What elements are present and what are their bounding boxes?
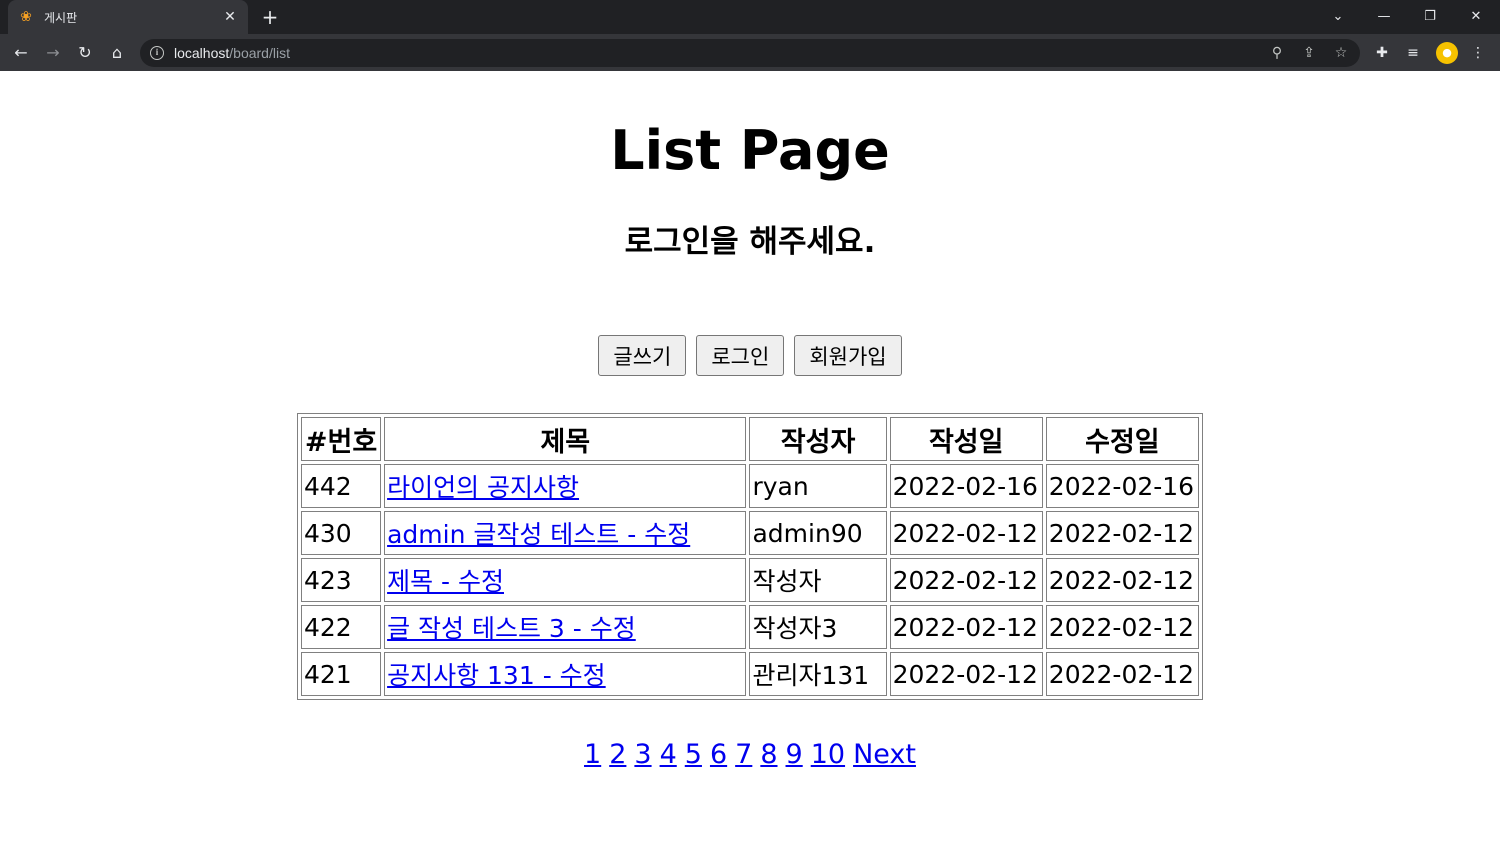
post-title-link[interactable]: 제목 - 수정 <box>387 567 504 596</box>
table-header-row: #번호 제목 작성자 작성일 수정일 <box>301 417 1199 461</box>
post-updated-date: 2022-02-16 <box>1045 464 1199 508</box>
post-number: 442 <box>301 464 382 508</box>
page-link-10[interactable]: 10 <box>811 739 845 770</box>
post-updated-date: 2022-02-12 <box>1045 605 1199 649</box>
new-tab-button[interactable]: + <box>258 6 282 28</box>
post-title-cell: 글 작성 테스트 3 - 수정 <box>384 605 747 649</box>
minimize-icon[interactable]: — <box>1364 4 1404 30</box>
write-button[interactable]: 글쓰기 <box>598 335 687 376</box>
media-queue-icon[interactable]: ≡ <box>1402 42 1424 64</box>
browser-tab[interactable]: ❀ 게시판 ✕ <box>8 0 248 34</box>
page-link-7[interactable]: 7 <box>735 739 752 770</box>
post-title-cell: admin 글작성 테스트 - 수정 <box>384 511 747 555</box>
post-created-date: 2022-02-12 <box>889 511 1043 555</box>
extensions-puzzle-icon[interactable]: ✚ <box>1371 42 1393 64</box>
profile-avatar[interactable]: ● <box>1436 42 1458 64</box>
address-bar[interactable]: i localhost/board/list ⚲ ⇪ ☆ <box>140 39 1360 67</box>
signup-button[interactable]: 회원가입 <box>794 335 902 376</box>
post-writer: 작성자 <box>749 558 887 602</box>
page-link-3[interactable]: 3 <box>634 739 651 770</box>
close-tab-icon[interactable]: ✕ <box>222 9 238 25</box>
page-content: List Page 로그인을 해주세요. 글쓰기 로그인 회원가입 #번호 제목… <box>0 71 1500 860</box>
next-page-link[interactable]: Next <box>853 739 916 770</box>
header-updated: 수정일 <box>1045 417 1199 461</box>
action-buttons: 글쓰기 로그인 회원가입 <box>0 335 1500 376</box>
post-title-link[interactable]: 글 작성 테스트 3 - 수정 <box>387 614 636 643</box>
zoom-icon[interactable]: ⚲ <box>1267 43 1287 63</box>
forward-arrow-icon[interactable]: → <box>40 40 66 66</box>
restore-icon[interactable]: ❐ <box>1410 4 1450 30</box>
window-close-icon[interactable]: ✕ <box>1456 4 1496 30</box>
login-message: 로그인을 해주세요. <box>624 224 876 260</box>
header-writer: 작성자 <box>749 417 887 461</box>
post-title-cell: 제목 - 수정 <box>384 558 747 602</box>
menu-dots-icon[interactable]: ⋮ <box>1467 42 1489 64</box>
page-title: List Page <box>610 119 890 182</box>
post-number: 423 <box>301 558 382 602</box>
tab-title: 게시판 <box>44 10 78 25</box>
page-link-6[interactable]: 6 <box>710 739 727 770</box>
page-link-9[interactable]: 9 <box>786 739 803 770</box>
post-writer: admin90 <box>749 511 887 555</box>
table-row: 422 글 작성 테스트 3 - 수정 작성자3 2022-02-12 2022… <box>301 605 1199 649</box>
table-row: 430 admin 글작성 테스트 - 수정 admin90 2022-02-1… <box>301 511 1199 555</box>
browser-toolbar: ← → ↻ ⌂ i localhost/board/list ⚲ ⇪ ☆ ✚ ≡… <box>0 34 1500 71</box>
info-icon[interactable]: i <box>150 46 164 60</box>
post-title-cell: 공지사항 131 - 수정 <box>384 652 747 696</box>
paw-icon: ❀ <box>20 9 32 25</box>
header-title: 제목 <box>384 417 747 461</box>
post-number: 422 <box>301 605 382 649</box>
post-title-link[interactable]: 공지사항 131 - 수정 <box>387 661 606 690</box>
post-writer: 관리자131 <box>749 652 887 696</box>
browser-tab-bar: ❀ 게시판 ✕ + ⌄ — ❐ ✕ <box>0 0 1500 34</box>
home-icon[interactable]: ⌂ <box>104 40 130 66</box>
table-row: 423 제목 - 수정 작성자 2022-02-12 2022-02-12 <box>301 558 1199 602</box>
post-title-cell: 라이언의 공지사항 <box>384 464 747 508</box>
tab-search-icon[interactable]: ⌄ <box>1318 4 1358 30</box>
page-link-8[interactable]: 8 <box>760 739 777 770</box>
pagination: 1 2 3 4 5 6 7 8 9 10 Next <box>0 737 1500 773</box>
share-icon[interactable]: ⇪ <box>1299 43 1319 63</box>
header-created: 작성일 <box>889 417 1043 461</box>
back-arrow-icon[interactable]: ← <box>8 40 34 66</box>
board-table: #번호 제목 작성자 작성일 수정일 442 라이언의 공지사항 ryan 20… <box>297 413 1203 700</box>
post-number: 421 <box>301 652 382 696</box>
post-updated-date: 2022-02-12 <box>1045 511 1199 555</box>
login-button[interactable]: 로그인 <box>696 335 785 376</box>
page-link-5[interactable]: 5 <box>685 739 702 770</box>
bookmark-star-icon[interactable]: ☆ <box>1331 43 1351 63</box>
table-row: 421 공지사항 131 - 수정 관리자131 2022-02-12 2022… <box>301 652 1199 696</box>
post-title-link[interactable]: 라이언의 공지사항 <box>387 473 579 502</box>
post-created-date: 2022-02-16 <box>889 464 1043 508</box>
page-link-2[interactable]: 2 <box>609 739 626 770</box>
post-updated-date: 2022-02-12 <box>1045 652 1199 696</box>
reload-icon[interactable]: ↻ <box>72 40 98 66</box>
post-created-date: 2022-02-12 <box>889 652 1043 696</box>
post-writer: ryan <box>749 464 887 508</box>
page-link-1[interactable]: 1 <box>584 739 601 770</box>
post-updated-date: 2022-02-12 <box>1045 558 1199 602</box>
post-writer: 작성자3 <box>749 605 887 649</box>
url-text[interactable]: localhost/board/list <box>174 39 290 67</box>
post-created-date: 2022-02-12 <box>889 605 1043 649</box>
post-created-date: 2022-02-12 <box>889 558 1043 602</box>
post-number: 430 <box>301 511 382 555</box>
header-no: #번호 <box>301 417 382 461</box>
table-row: 442 라이언의 공지사항 ryan 2022-02-16 2022-02-16 <box>301 464 1199 508</box>
post-title-link[interactable]: admin 글작성 테스트 - 수정 <box>387 520 690 549</box>
page-link-4[interactable]: 4 <box>660 739 677 770</box>
